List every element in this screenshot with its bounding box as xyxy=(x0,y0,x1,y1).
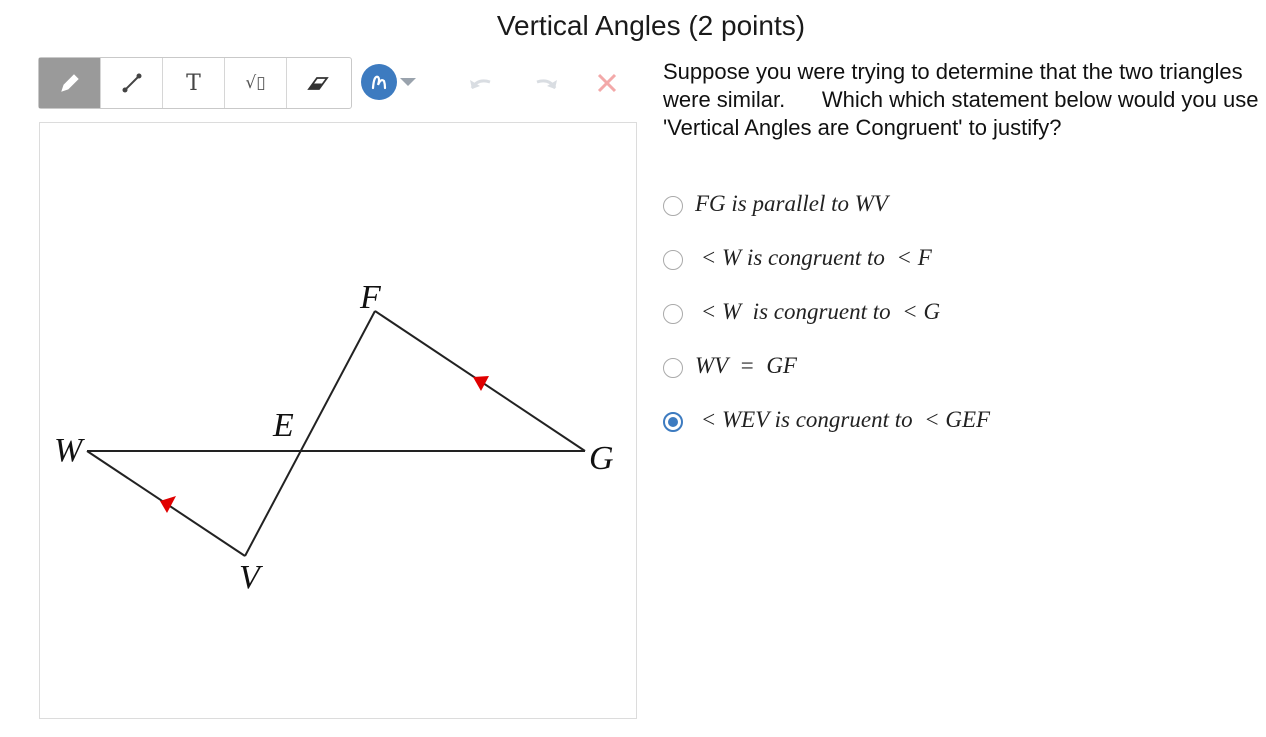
pencil-tool-button[interactable] xyxy=(39,58,101,108)
scribble-icon xyxy=(371,75,387,90)
chevron-down-icon xyxy=(400,78,416,86)
point-label-e: E xyxy=(272,407,294,444)
option-2[interactable]: < W is congruent to < F xyxy=(663,243,1263,297)
option-label: < W is congruent to < F xyxy=(695,245,932,270)
eraser-icon xyxy=(307,77,329,90)
option-label: < WEV is congruent to < GEF xyxy=(695,407,991,432)
point-label-w: W xyxy=(54,432,85,469)
option-5[interactable]: < WEV is congruent to < GEF xyxy=(663,405,1263,459)
text-tool-button[interactable]: T xyxy=(163,58,225,108)
segment-vf xyxy=(244,310,376,557)
close-icon xyxy=(597,73,617,93)
option-3[interactable]: < W is congruent to < G xyxy=(663,297,1263,351)
color-picker-button[interactable] xyxy=(361,64,416,100)
page-title: Vertical Angles (2 points) xyxy=(496,10,806,41)
option-radio-selected[interactable] xyxy=(663,412,683,432)
option-label: WV = GF xyxy=(695,353,797,378)
math-tool-button[interactable]: √▯ xyxy=(225,58,287,108)
parallel-marker-wv xyxy=(160,496,176,513)
parallel-marker-fg xyxy=(473,376,489,391)
option-label: < W is congruent to < G xyxy=(695,299,941,324)
drawing-toolbar: T √▯ xyxy=(38,57,352,109)
option-radio[interactable] xyxy=(663,358,683,378)
eraser-tool-button[interactable] xyxy=(287,58,349,108)
option-radio[interactable] xyxy=(663,196,683,216)
question-text: Suppose you were trying to determine tha… xyxy=(663,59,1265,140)
answer-options: FG is parallel to WV < W is congruent to… xyxy=(663,189,1263,459)
line-icon xyxy=(122,73,141,93)
drawing-canvas[interactable]: W E F G V xyxy=(39,122,637,719)
line-tool-button[interactable] xyxy=(101,58,163,108)
sqrt-icon: √▯ xyxy=(245,73,266,93)
undo-icon xyxy=(470,79,491,89)
point-label-g: G xyxy=(589,440,614,477)
color-swatch xyxy=(361,64,397,100)
option-label: FG is parallel to WV xyxy=(695,191,888,216)
point-label-v: V xyxy=(239,559,264,596)
undo-button[interactable] xyxy=(467,68,497,98)
option-1[interactable]: FG is parallel to WV xyxy=(663,189,1263,243)
option-4[interactable]: WV = GF xyxy=(663,351,1263,405)
option-radio[interactable] xyxy=(663,250,683,270)
triangle-diagram: W E F G V xyxy=(54,279,614,596)
text-icon: T xyxy=(186,70,201,96)
pencil-icon xyxy=(60,74,79,92)
option-radio[interactable] xyxy=(663,304,683,324)
clear-button[interactable] xyxy=(592,68,622,98)
redo-icon xyxy=(536,79,557,89)
redo-button[interactable] xyxy=(530,68,560,98)
point-label-f: F xyxy=(359,279,382,316)
